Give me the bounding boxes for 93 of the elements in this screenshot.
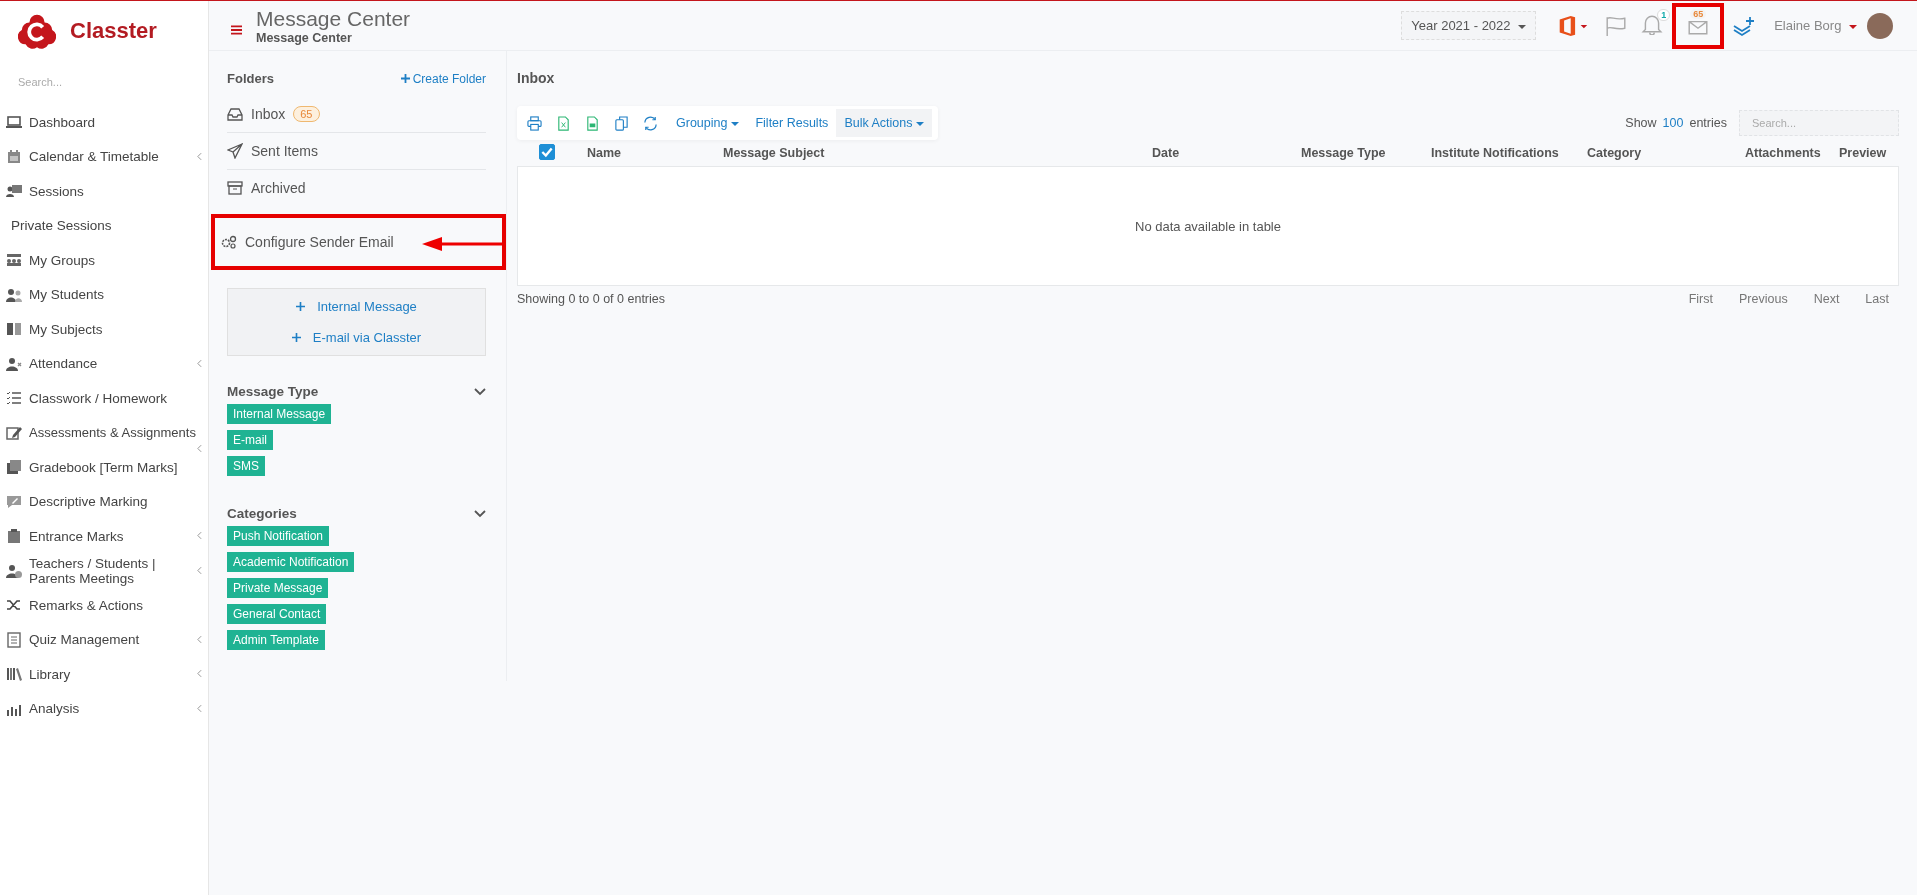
books-icon <box>6 666 22 683</box>
compose-link[interactable]: Internal Message <box>296 299 417 314</box>
sidebar-item[interactable]: Classwork / Homework <box>0 381 208 416</box>
year-dropdown[interactable]: Year 2021 - 2022 <box>1401 11 1537 40</box>
column-header[interactable]: Preview <box>1839 146 1887 160</box>
sidebar-item[interactable]: Dashboard <box>0 105 208 140</box>
column-header[interactable]: Message Subject <box>723 146 825 160</box>
print-icon[interactable] <box>527 115 542 131</box>
layers-plus-icon[interactable] <box>1733 14 1756 37</box>
gears-icon <box>221 234 237 250</box>
filter-heading: Message Type <box>227 384 319 399</box>
column-header[interactable]: Attachments <box>1745 146 1821 160</box>
sidebar-item[interactable]: My Students <box>0 277 208 312</box>
paper-plane-icon <box>227 143 243 159</box>
chevron-down-icon[interactable] <box>474 387 486 396</box>
sidebar-item[interactable]: Descriptive Marking <box>0 484 208 519</box>
list-icon <box>6 631 22 648</box>
inbox-heading: Inbox <box>517 70 556 86</box>
show-label: Show <box>1625 116 1657 130</box>
page-title: Message Center <box>256 6 411 31</box>
toolbar-button[interactable]: Filter Results <box>747 109 837 137</box>
empty-message: No data available in table <box>1135 218 1281 234</box>
person-cross-icon <box>6 355 22 372</box>
sidebar-item[interactable]: My Subjects <box>0 312 208 347</box>
sidebar-item[interactable]: Analysis <box>0 691 208 726</box>
comment-icon <box>6 493 22 510</box>
presenter-icon <box>6 183 22 200</box>
sidebar-item[interactable]: Gradebook [Term Marks] <box>0 450 208 485</box>
breadcrumb: Message Center <box>256 30 353 45</box>
folder-item[interactable]: Sent Items <box>227 133 318 169</box>
plus-icon <box>296 302 306 311</box>
column-header[interactable]: Category <box>1587 146 1642 160</box>
avatar <box>1867 12 1893 39</box>
toolbar-button[interactable]: Bulk Actions <box>836 109 933 137</box>
document-icon <box>6 459 22 476</box>
refresh-icon[interactable] <box>643 115 658 131</box>
sidebar-item[interactable]: Remarks & Actions <box>0 588 208 623</box>
column-header[interactable]: Institute Notifications <box>1431 146 1559 160</box>
chevron-down-icon[interactable] <box>474 509 486 518</box>
pagination-link[interactable]: Previous <box>1739 292 1788 306</box>
compose-link[interactable]: E-mail via Classter <box>291 330 422 345</box>
people-icon <box>6 286 22 303</box>
sidebar-item[interactable]: Private Sessions <box>0 208 208 243</box>
sidebar-item[interactable]: Teachers / Students | Parents Meetings <box>0 553 208 588</box>
inbox-tray-icon <box>227 106 243 122</box>
column-header[interactable]: Message Type <box>1301 146 1386 160</box>
plus-icon <box>400 74 410 83</box>
message-badge: 65 <box>1690 8 1707 19</box>
notification-badge: 1 <box>1657 8 1671 21</box>
entries-label: entries <box>1689 116 1727 130</box>
folder-item[interactable]: Archived <box>227 170 306 206</box>
sidebar-item[interactable]: Quiz Management <box>0 622 208 657</box>
folders-heading: Folders <box>227 71 274 86</box>
spreadsheet-file-icon[interactable] <box>556 115 571 131</box>
pagination-link[interactable]: Last <box>1865 292 1889 306</box>
folder-item[interactable]: Inbox 65 <box>227 96 320 132</box>
monitor-icon <box>6 114 22 131</box>
flag-icon[interactable] <box>1605 14 1628 37</box>
search-field[interactable]: Search... <box>16 75 190 89</box>
pagination-link[interactable]: First <box>1688 292 1713 306</box>
plus-icon <box>291 333 301 342</box>
pagination-link[interactable]: Next <box>1813 292 1840 306</box>
calendar-icon <box>6 148 22 165</box>
book-icon <box>6 321 22 338</box>
csv-file-icon[interactable] <box>585 115 600 131</box>
pencil-icon <box>6 424 22 441</box>
person-clock-icon <box>6 562 22 579</box>
sidebar-item[interactable]: Library <box>0 657 208 692</box>
sidebar-item[interactable]: Assessments & Assignments <box>0 415 208 450</box>
group-icon <box>6 252 22 269</box>
entries-select[interactable]: 100 <box>1662 116 1684 130</box>
sidebar-item[interactable]: Entrance Marks <box>0 519 208 554</box>
archive-box-icon <box>227 180 243 196</box>
column-header[interactable]: Name <box>587 146 622 160</box>
logo-text: Classter <box>70 18 157 44</box>
search-field[interactable]: Search... <box>1739 110 1899 136</box>
clipboard-icon <box>6 528 22 545</box>
sidebar-item[interactable]: Attendance <box>0 346 208 381</box>
entries-info: Showing 0 to 0 of 0 entries <box>517 292 665 306</box>
checklist-icon <box>6 390 22 407</box>
count-badge: 65 <box>293 106 320 122</box>
create-folder-link[interactable]: Create Folder <box>400 71 486 86</box>
sidebar-item[interactable]: My Groups <box>0 243 208 278</box>
sidebar-item[interactable]: Sessions <box>0 174 208 209</box>
logo-icon <box>18 12 56 50</box>
filter-heading: Categories <box>227 506 297 521</box>
toolbar-button[interactable]: Grouping <box>668 109 748 137</box>
column-header[interactable]: Date <box>1152 146 1180 160</box>
user-menu[interactable]: Elaine Borg <box>1768 17 1863 34</box>
copy-icon[interactable] <box>614 115 629 131</box>
select-all-checkbox[interactable] <box>539 144 555 160</box>
sidebar-item[interactable]: Calendar & Timetable <box>0 139 208 174</box>
menu-icon[interactable] <box>231 24 242 35</box>
